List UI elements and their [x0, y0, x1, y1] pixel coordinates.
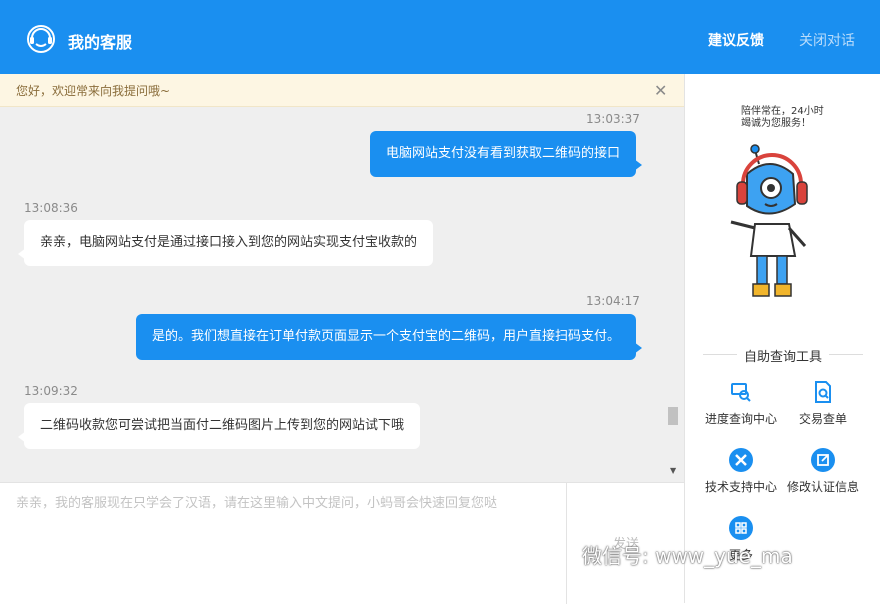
tool-label: 修改认证信息: [786, 480, 859, 494]
chat-scrollbar[interactable]: [668, 407, 678, 425]
tools-section-title: 自助查询工具: [703, 346, 863, 365]
slogan-line-2: 竭诚为您服务！: [741, 118, 811, 129]
customer-service-logo-icon: [27, 25, 55, 53]
header-bar: 我的客服 建议反馈 关闭对话: [0, 0, 880, 74]
message-time: 13:03:37: [586, 112, 640, 126]
tool-label: 进度查询中心: [704, 412, 777, 426]
user-message: 是的。我们想直接在订单付款页面显示一个支付宝的二维码，用户直接扫码支付。: [135, 314, 643, 360]
tools-icon: [729, 448, 753, 472]
agent-message: 二维码收款您可尝试把当面付二维码图片上传到您的网站试下哦: [17, 403, 421, 449]
chat-panel[interactable]: 您好，欢迎常来向我提问哦~ ✕ 13:03:37 电脑网站支付没有看到获取二维码…: [0, 74, 684, 482]
progress-search-icon: [731, 383, 751, 402]
tool-edit-certification[interactable]: 修改认证信息: [781, 448, 865, 495]
slogan: 陪伴常在，24小时 竭诚为您服务！: [741, 106, 824, 130]
tools-title-text: 自助查询工具: [743, 350, 822, 365]
welcome-notice: 您好，欢迎常来向我提问哦~ ✕: [0, 74, 684, 107]
user-message: 电脑网站支付没有看到获取二维码的接口: [369, 131, 643, 177]
side-panel: 陪伴常在，24小时 竭诚为您服务！ 自助查询工具 进度查询中心 交易查单 技术支…: [684, 74, 880, 603]
grid-icon: [729, 516, 753, 540]
edit-icon: [811, 448, 835, 472]
message-input-area[interactable]: 亲亲，我的客服现在只学会了汉语，请在这里输入中文提问，小蚂哥会快速回复您哒: [0, 482, 566, 604]
page-title: 我的客服: [68, 33, 133, 52]
document-search-icon: [815, 381, 831, 403]
message-input[interactable]: 亲亲，我的客服现在只学会了汉语，请在这里输入中文提问，小蚂哥会快速回复您哒: [16, 492, 556, 511]
tool-tech-support[interactable]: 技术支持中心: [699, 448, 783, 495]
message-time: 13:09:32: [24, 384, 78, 398]
tool-trade-query[interactable]: 交易查单: [781, 380, 865, 427]
agent-message: 亲亲，电脑网站支付是通过接口接入到您的网站实现支付宝收款的: [17, 220, 434, 266]
message-time: 13:08:36: [24, 201, 78, 215]
tool-label: 技术支持中心: [704, 480, 777, 494]
close-chat-button[interactable]: 关闭对话: [799, 30, 855, 50]
notice-text: 您好，欢迎常来向我提问哦~: [16, 84, 171, 98]
message-time: 13:04:17: [586, 294, 640, 308]
tool-progress-search[interactable]: 进度查询中心: [699, 380, 783, 427]
slogan-line-1: 陪伴常在，24小时: [741, 106, 824, 117]
tool-label: 交易查单: [798, 412, 847, 426]
robot-mascot-icon: [730, 144, 808, 297]
close-icon[interactable]: ✕: [654, 81, 667, 100]
wechat-watermark: 微信号: www_yue_ma: [582, 540, 793, 569]
scroll-down-icon[interactable]: ▼: [670, 466, 676, 475]
feedback-button[interactable]: 建议反馈: [708, 30, 764, 50]
watermark-text: 微信号: www_yue_ma: [582, 544, 793, 568]
